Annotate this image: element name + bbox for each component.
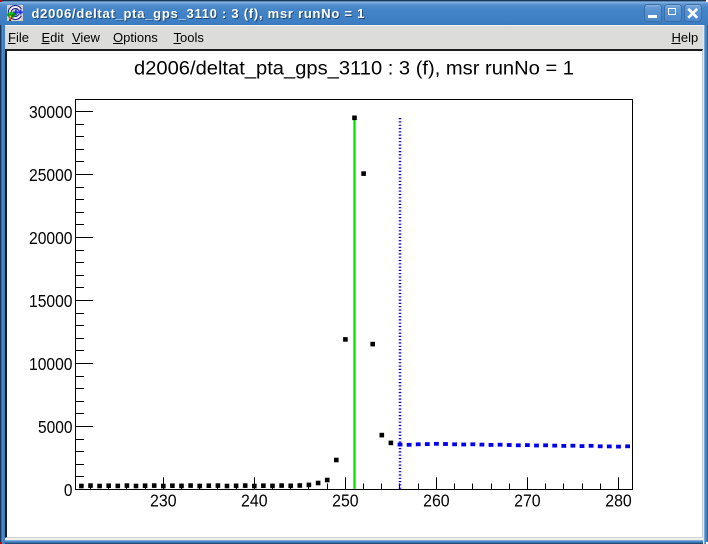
svg-text:5000: 5000 [38, 417, 73, 437]
svg-text:240: 240 [241, 491, 268, 511]
svg-text:20000: 20000 [29, 228, 73, 248]
svg-text:280: 280 [605, 491, 632, 511]
svg-text:250: 250 [332, 491, 359, 511]
svg-text:270: 270 [514, 491, 541, 511]
svg-text:15000: 15000 [29, 291, 73, 311]
svg-text:d2006/deltat_pta_gps_3110 : 3: d2006/deltat_pta_gps_3110 : 3 (f), msr r… [134, 59, 574, 80]
svg-text:10000: 10000 [29, 354, 73, 374]
svg-text:0: 0 [64, 480, 73, 500]
svg-text:230: 230 [150, 491, 177, 511]
svg-text:30000: 30000 [29, 102, 73, 122]
svg-text:260: 260 [423, 491, 450, 511]
svg-text:25000: 25000 [29, 165, 73, 185]
